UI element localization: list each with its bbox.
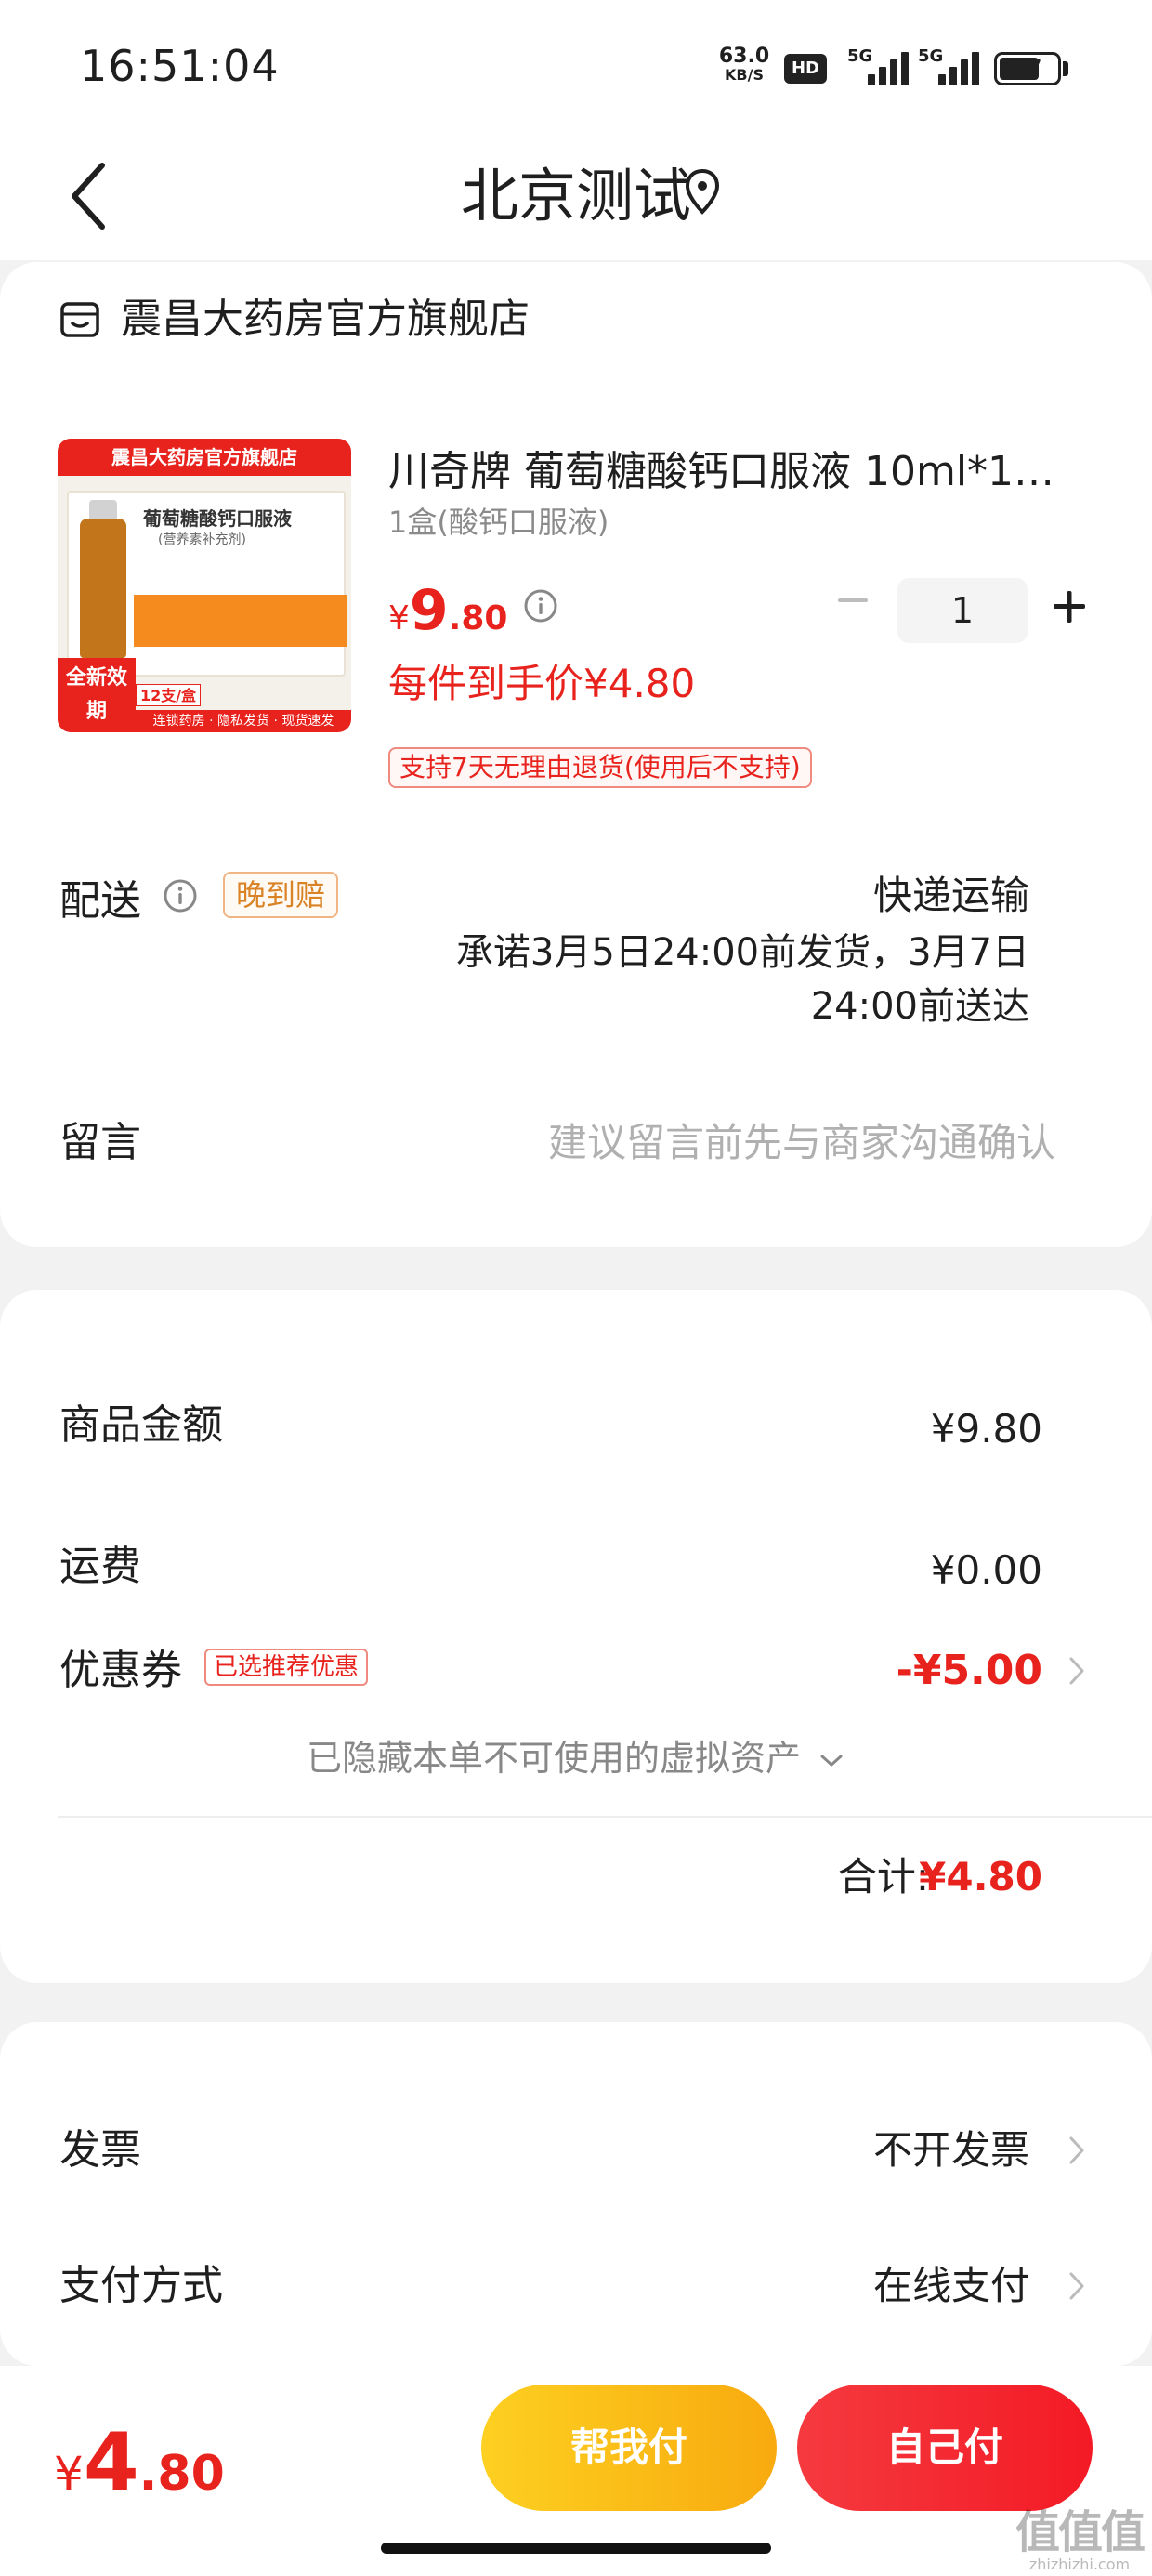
network-speed: 63.0 KB/S <box>715 46 773 84</box>
shipping-fee-value: ¥0.00 <box>930 1547 1042 1593</box>
location-pin-icon[interactable] <box>682 165 723 221</box>
shipping-fee-label: 运费 <box>59 1543 141 1590</box>
coupon-value[interactable]: -¥5.00 <box>897 1643 1042 1699</box>
product-title[interactable]: 川奇牌 葡萄糖酸钙口服液 10ml*12... <box>388 444 1076 500</box>
checkout-total-price: ¥4.80 <box>54 2416 225 2509</box>
total-label: 合计: <box>837 1854 929 1899</box>
delivery-info-icon[interactable] <box>162 877 199 914</box>
status-bar: 16:51:04 63.0 KB/S HD 5G 5G 67 <box>0 0 1152 130</box>
product-box-subtitle: (营养素补充剂) <box>158 532 246 547</box>
hd-voice-icon: HD <box>784 54 827 84</box>
home-indicator[interactable] <box>381 2543 771 2554</box>
hidden-assets-label: 已隐藏本单不可使用的虚拟资产 <box>306 1738 801 1779</box>
pack-count-badge: 12支/盒 <box>136 684 201 706</box>
price-summary-card: 商品金额 ¥9.80 运费 ¥0.00 优惠券 已选推荐优惠 -¥5.00 已隐… <box>0 1290 1152 1983</box>
coupon-label[interactable]: 优惠券 <box>59 1643 182 1699</box>
delivery-label: 配送 <box>59 877 141 925</box>
status-time: 16:51:04 <box>80 41 280 91</box>
watermark-logo: 值值值 zhizhizhi.com <box>1015 2506 1145 2573</box>
invoice-payment-card: 发票 不开发票 支付方式 在线支付 <box>0 2022 1152 2366</box>
product-image-bottom-band: 连锁药房 · 隐私发货 · 现货速发 <box>136 710 351 732</box>
order-item-card: 震昌大药房官方旗舰店 震昌大药房官方旗舰店 葡萄糖酸钙口服液 (营养素补充剂) … <box>0 262 1152 1247</box>
product-image-store-band: 震昌大药房官方旗舰店 <box>58 439 351 476</box>
product-box-title: 葡萄糖酸钙口服液 <box>143 507 292 530</box>
signal-5g-icon: 5G <box>847 46 909 85</box>
hidden-assets-toggle[interactable]: 已隐藏本单不可使用的虚拟资产 <box>0 1732 1152 1784</box>
product-spec[interactable]: 1盒(酸钙口服液) <box>388 500 609 545</box>
summary-divider <box>58 1816 1152 1818</box>
network-speed-unit: KB/S <box>725 66 764 84</box>
message-label: 留言 <box>59 1119 141 1166</box>
decrease-quantity-button[interactable] <box>827 574 879 626</box>
network-speed-value: 63.0 <box>718 45 770 68</box>
unit-final-price: 每件到手价¥4.80 <box>388 661 696 706</box>
product-image[interactable]: 震昌大药房官方旗舰店 葡萄糖酸钙口服液 (营养素补充剂) 全新效期 12支/盒 … <box>58 439 351 732</box>
payment-chevron-right-icon[interactable] <box>1067 2269 1087 2303</box>
quantity-value[interactable]: 1 <box>897 578 1028 643</box>
coupon-recommended-tag: 已选推荐优惠 <box>204 1649 369 1686</box>
late-compensation-tag: 晚到赔 <box>223 872 339 918</box>
store-name[interactable]: 震昌大药房官方旗舰店 <box>121 294 530 346</box>
battery-icon: 67 <box>994 52 1061 85</box>
chevron-down-icon <box>820 1755 843 1766</box>
product-price: ¥9.80 <box>388 578 508 643</box>
total-value: ¥4.80 <box>919 1854 1042 1899</box>
message-input[interactable] <box>446 1110 1055 1175</box>
new-batch-badge: 全新效期 <box>58 658 136 732</box>
page-title: 北京测试 <box>460 162 691 230</box>
coupon-chevron-right-icon[interactable] <box>1067 1654 1087 1688</box>
payment-method-value[interactable]: 在线支付 <box>873 2258 1029 2314</box>
invoice-label[interactable]: 发票 <box>59 2123 141 2178</box>
increase-quantity-button[interactable] <box>1046 584 1093 630</box>
signal-5g-secondary-icon: 5G <box>918 46 979 85</box>
battery-tip <box>1063 61 1068 76</box>
goods-amount-label: 商品金额 <box>59 1401 223 1449</box>
invoice-chevron-right-icon[interactable] <box>1067 2134 1087 2167</box>
store-icon <box>60 302 99 337</box>
checkout-bar: ¥4.80 帮我付 自己付 值值值 zhizhizhi.com <box>0 2366 1152 2576</box>
payment-method-label[interactable]: 支付方式 <box>59 2258 223 2314</box>
return-policy-tag: 支持7天无理由退货(使用后不支持) <box>388 747 812 788</box>
pay-myself-button[interactable]: 自己付 <box>797 2385 1093 2511</box>
battery-level: 67 <box>1013 57 1042 80</box>
page-header: 北京测试 <box>0 130 1152 260</box>
goods-amount-value: ¥9.80 <box>930 1406 1042 1452</box>
invoice-value[interactable]: 不开发票 <box>873 2123 1029 2178</box>
help-me-pay-button[interactable]: 帮我付 <box>481 2385 777 2511</box>
delivery-promise: 承诺3月5日24:00前发货，3月7日24:00前送达 <box>455 931 1029 1028</box>
delivery-method: 快递运输 <box>872 873 1029 918</box>
price-info-icon[interactable] <box>522 587 559 624</box>
bottle-graphic <box>80 519 126 658</box>
